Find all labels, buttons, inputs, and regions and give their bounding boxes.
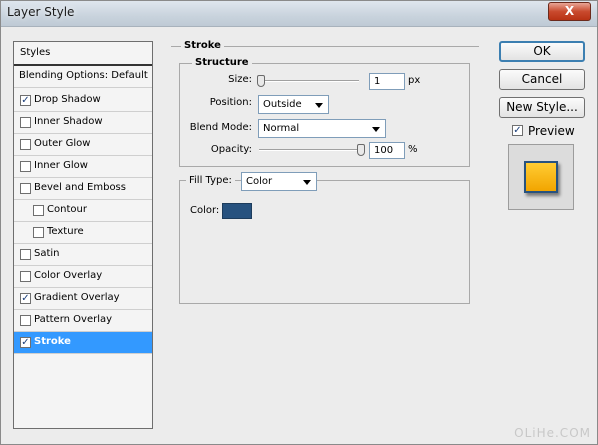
style-item[interactable]: ✓ Drop Shadow xyxy=(14,90,152,112)
size-input[interactable]: 1 xyxy=(369,73,405,90)
check-icon: ✓ xyxy=(21,337,30,348)
check-icon: ✓ xyxy=(21,95,30,106)
position-label: Position: xyxy=(209,97,252,108)
style-item-label: Stroke xyxy=(34,336,71,347)
watermark: OLiHe.COM xyxy=(514,426,591,440)
style-item-label: Drop Shadow xyxy=(34,94,101,105)
style-item-label: Inner Glow xyxy=(34,160,88,171)
styles-header-label: Styles xyxy=(20,47,51,58)
ok-button[interactable]: OK xyxy=(499,41,585,62)
chevron-down-icon xyxy=(315,103,323,108)
style-item-label: Bevel and Emboss xyxy=(34,182,126,193)
styles-list: Styles Blending Options: Default ✓ Drop Sh… xyxy=(13,41,153,429)
position-value: Outside xyxy=(263,99,302,110)
style-item-label: Contour xyxy=(47,204,87,215)
style-item[interactable]: Inner Shadow xyxy=(14,112,152,134)
style-item-checkbox[interactable]: ✓ xyxy=(20,95,31,106)
style-item[interactable]: Satin xyxy=(14,244,152,266)
opacity-input[interactable]: 100 xyxy=(369,142,405,159)
style-item-checkbox[interactable] xyxy=(20,271,31,282)
fill-type-label: Fill Type: xyxy=(186,175,235,186)
style-item-label: Gradient Overlay xyxy=(34,292,120,303)
stroke-color-swatch[interactable] xyxy=(222,203,252,219)
preview-checkbox[interactable]: ✓ xyxy=(512,125,523,136)
style-item-checkbox[interactable] xyxy=(20,139,31,150)
style-item-label: Outer Glow xyxy=(34,138,91,149)
style-item-label: Satin xyxy=(34,248,60,259)
layer-style-dialog: Layer Style X Styles Blending Options: D… xyxy=(0,0,598,445)
style-item-checkbox[interactable] xyxy=(20,249,31,260)
style-item-checkbox[interactable] xyxy=(20,161,31,172)
structure-title: Structure xyxy=(192,57,252,68)
style-item[interactable]: Bevel and Emboss xyxy=(14,178,152,200)
style-item-label: Pattern Overlay xyxy=(34,314,113,325)
cancel-button[interactable]: Cancel xyxy=(499,69,585,90)
size-slider[interactable] xyxy=(259,80,359,82)
style-item-label: Inner Shadow xyxy=(34,116,103,127)
style-item-checkbox[interactable]: ✓ xyxy=(20,337,31,348)
style-item-checkbox[interactable] xyxy=(33,227,44,238)
blend-mode-select[interactable]: Normal xyxy=(258,119,386,138)
fill-type-value: Color xyxy=(246,176,273,187)
size-label: Size: xyxy=(228,74,252,85)
stroke-section-title: Stroke xyxy=(181,40,224,51)
close-button[interactable]: X xyxy=(548,2,591,21)
title-bar[interactable]: Layer Style X xyxy=(1,1,597,27)
preview-swatch xyxy=(524,161,558,193)
opacity-unit: % xyxy=(408,144,418,155)
style-item[interactable]: ✓ Stroke xyxy=(14,332,152,354)
opacity-label: Opacity: xyxy=(210,144,252,155)
style-item-checkbox[interactable] xyxy=(20,315,31,326)
fill-type-select[interactable]: Color xyxy=(241,172,317,191)
styles-header[interactable]: Styles xyxy=(14,42,152,66)
style-item[interactable]: Texture xyxy=(14,222,152,244)
position-select[interactable]: Outside xyxy=(258,95,329,114)
style-preview xyxy=(508,144,574,210)
style-item-checkbox[interactable] xyxy=(33,205,44,216)
fill-type-group xyxy=(179,180,470,304)
style-item-checkbox[interactable] xyxy=(20,183,31,194)
style-item-checkbox[interactable]: ✓ xyxy=(20,293,31,304)
size-slider-thumb[interactable] xyxy=(257,75,265,87)
style-item[interactable]: Contour xyxy=(14,200,152,222)
blend-mode-label: Blend Mode: xyxy=(189,122,252,133)
opacity-slider[interactable] xyxy=(259,149,361,151)
style-item-checkbox[interactable] xyxy=(20,117,31,128)
preview-label: Preview xyxy=(528,124,575,138)
style-item[interactable]: Blending Options: Default xyxy=(14,66,152,88)
color-label: Color: xyxy=(190,205,220,216)
size-unit: px xyxy=(408,75,421,86)
chevron-down-icon xyxy=(372,127,380,132)
window-title: Layer Style xyxy=(7,5,75,19)
style-item[interactable]: Color Overlay xyxy=(14,266,152,288)
blend-mode-value: Normal xyxy=(263,123,300,134)
style-item-label: Blending Options: Default xyxy=(19,70,148,81)
style-item[interactable]: Outer Glow xyxy=(14,134,152,156)
check-icon: ✓ xyxy=(513,125,522,136)
style-item[interactable]: Inner Glow xyxy=(14,156,152,178)
style-item[interactable]: ✓ Gradient Overlay xyxy=(14,288,152,310)
style-item[interactable]: Pattern Overlay xyxy=(14,310,152,332)
style-item-label: Color Overlay xyxy=(34,270,103,281)
check-icon: ✓ xyxy=(21,293,30,304)
style-item-label: Texture xyxy=(47,226,84,237)
new-style-button[interactable]: New Style... xyxy=(499,97,585,118)
chevron-down-icon xyxy=(303,180,311,185)
opacity-slider-thumb[interactable] xyxy=(357,144,365,156)
